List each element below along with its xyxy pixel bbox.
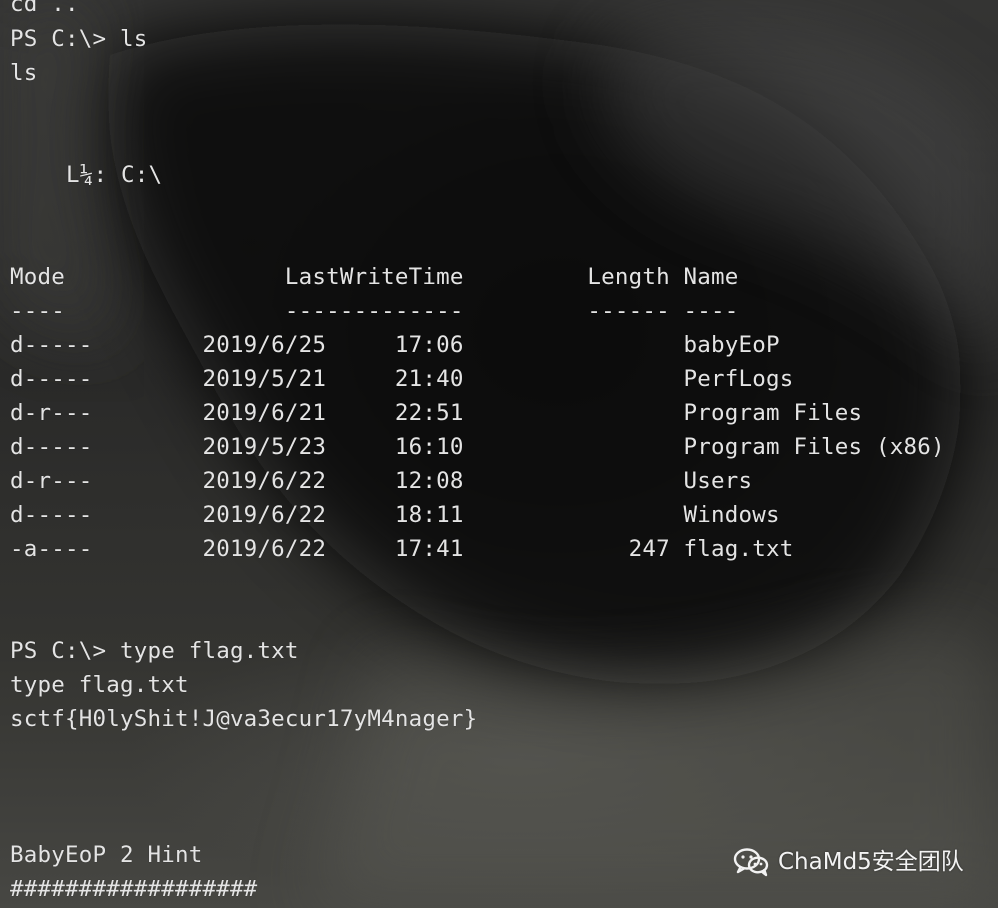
directory-row-babyeop: d----- 2019/6/25 17:06 babyEoP	[10, 332, 780, 358]
terminal-echo-type-flag: type flag.txt	[10, 672, 189, 698]
hint-title: BabyEoP 2 Hint	[10, 842, 203, 868]
directory-row-users: d-r--- 2019/6/22 12:08 Users	[10, 468, 753, 494]
directory-heading: L¼: C:\	[66, 162, 163, 188]
directory-row-perflogs: d----- 2019/5/21 21:40 PerfLogs	[10, 366, 794, 392]
directory-row-flag-file: -a---- 2019/6/22 17:41 247 flag.txt	[10, 536, 794, 562]
hint-separator: ##################	[10, 876, 258, 902]
directory-row-program-files: d-r--- 2019/6/21 22:51 Program Files	[10, 400, 863, 426]
terminal-echo-ls: ls	[10, 60, 38, 86]
powershell-terminal-output[interactable]: cd .. PS C:\> ls ls L¼: C:\ Mode LastWri…	[0, 0, 998, 908]
watermark-text: ChaMd5安全团队	[778, 849, 964, 875]
flag-output: sctf{H0lyShit!J@va3ecur17yM4nager}	[10, 706, 478, 732]
wechat-icon	[733, 848, 769, 877]
terminal-command-ls: PS C:\> ls	[10, 26, 148, 52]
channel-watermark: ChaMd5安全团队	[732, 845, 964, 879]
directory-row-program-files-x86: d----- 2019/5/23 16:10 Program Files (x8…	[10, 434, 945, 460]
terminal-line-cd: cd ..	[10, 0, 79, 17]
directory-table-separator: ---- ------------- ------ ----	[10, 298, 739, 324]
terminal-command-type-flag: PS C:\> type flag.txt	[10, 638, 299, 664]
directory-table-header: Mode LastWriteTime Length Name	[10, 264, 739, 290]
directory-row-windows: d----- 2019/6/22 18:11 Windows	[10, 502, 780, 528]
